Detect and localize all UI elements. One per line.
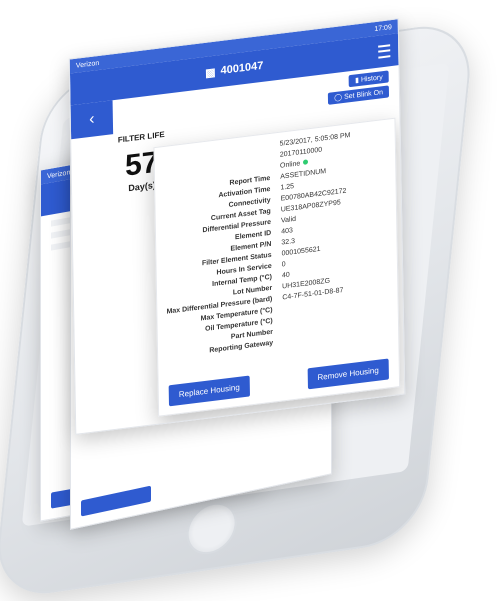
details-list: Report Time ASSETIDNUM Activation Time 1.2… [155, 158, 398, 363]
remove-housing-button[interactable]: Remove Housing [307, 358, 389, 390]
replace-housing-button[interactable]: Replace Housing [168, 375, 250, 407]
carrier-label: Verizon [47, 168, 71, 180]
menu-icon[interactable] [378, 44, 391, 59]
details-card: 5/23/2017, 5:05:08 PM 20170110000 Online… [153, 117, 401, 417]
chevron-left-icon: ‹ [89, 110, 95, 129]
time-label: 17:09 [374, 23, 392, 33]
blink-button[interactable]: ◯ Set Blink On [328, 84, 390, 105]
carrier-label: Verizon [75, 59, 100, 70]
home-button[interactable] [186, 501, 237, 556]
connectivity-value: Online [279, 160, 301, 170]
back-button[interactable]: ‹ [70, 100, 114, 140]
device-icon: ▩ [205, 66, 216, 80]
online-status-icon [303, 159, 309, 165]
background-button [81, 485, 151, 517]
housing-actions: Replace Housing Remove Housing [168, 358, 389, 407]
device-id-title: 4001047 [220, 59, 264, 77]
history-button[interactable]: ▮ History [348, 69, 389, 87]
main-screen: Verizon 17:09 ▩ 4001047 ‹ ▮ History ◯ Se… [68, 18, 406, 435]
blink-label: Set Blink On [343, 88, 384, 101]
bulb-icon: ◯ [334, 93, 345, 102]
history-label: History [360, 73, 383, 84]
